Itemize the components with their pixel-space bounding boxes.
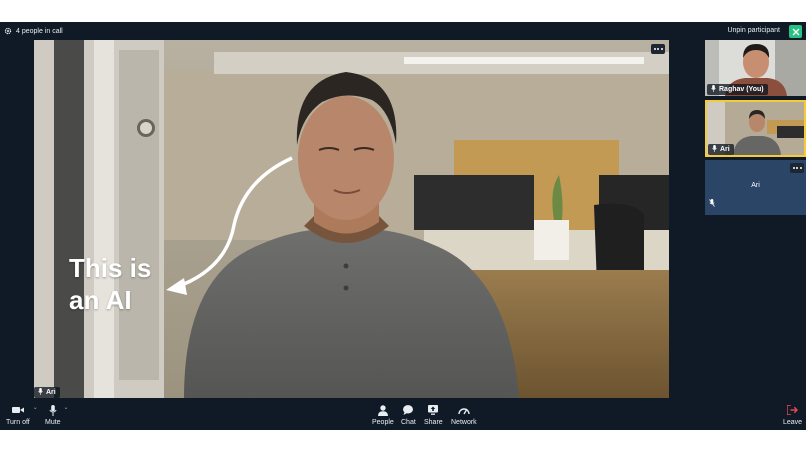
share-label: Share xyxy=(424,419,443,426)
mute-button[interactable]: Mute ⌄ xyxy=(45,404,69,426)
people-icon xyxy=(377,404,388,416)
participant-name: Ari xyxy=(46,389,56,396)
microphone-icon xyxy=(711,85,716,94)
share-icon xyxy=(428,404,439,416)
main-video-feed xyxy=(34,40,669,398)
participant-name: Raghav (You) xyxy=(719,86,764,93)
ai-caption: This is an AI xyxy=(69,253,152,315)
chevron-down-icon[interactable]: ⌄ xyxy=(64,404,69,411)
participant-name-tag: Raghav (You) xyxy=(707,84,768,95)
participant-name: Ari xyxy=(751,182,760,189)
chat-label: Chat xyxy=(401,419,416,426)
control-bar: Turn off ⌄ Mute ⌄ People Chat Share Netw… xyxy=(0,398,806,430)
participant-tile[interactable]: Raghav (You) xyxy=(705,40,806,96)
top-bar: 4 people in call Unpin participant xyxy=(0,22,806,40)
chat-icon xyxy=(403,404,414,416)
leave-label: Leave xyxy=(783,419,803,426)
participants-count: 4 people in call xyxy=(16,27,63,35)
microphone-icon xyxy=(712,145,717,154)
microphone-icon xyxy=(38,388,43,397)
main-video: This is an AI Ari xyxy=(34,40,669,398)
participant-name-tag: Ari xyxy=(34,387,60,398)
mute-label: Mute xyxy=(45,419,61,426)
people-button[interactable]: People xyxy=(372,404,394,426)
participant-name-tag: Ari xyxy=(708,144,734,155)
participant-name: Ari xyxy=(720,146,730,153)
video-call-window: 4 people in call Unpin participant This … xyxy=(0,22,806,430)
more-options-button[interactable] xyxy=(790,163,804,173)
microphone-icon xyxy=(49,404,57,416)
network-label: Network xyxy=(451,419,477,426)
chat-button[interactable]: Chat xyxy=(401,404,416,426)
participant-tile-active[interactable]: Ari xyxy=(705,100,806,157)
camera-icon xyxy=(11,404,24,416)
unpin-participant-button[interactable]: Unpin participant xyxy=(727,27,780,34)
camera-toggle-label: Turn off xyxy=(6,419,30,426)
participant-tile-video-off[interactable]: Ari xyxy=(705,160,806,215)
more-options-button[interactable] xyxy=(651,44,665,54)
leave-button[interactable]: Leave xyxy=(783,404,802,426)
leave-icon xyxy=(787,404,799,416)
network-icon xyxy=(458,404,470,416)
camera-toggle-button[interactable]: Turn off ⌄ xyxy=(6,404,38,426)
microphone-muted-icon xyxy=(709,194,715,212)
network-button[interactable]: Network xyxy=(451,404,477,426)
people-label: People xyxy=(372,419,394,426)
share-button[interactable]: Share xyxy=(424,404,443,426)
chevron-down-icon[interactable]: ⌄ xyxy=(33,404,38,411)
gear-icon[interactable] xyxy=(4,27,12,35)
close-icon[interactable] xyxy=(789,25,802,38)
